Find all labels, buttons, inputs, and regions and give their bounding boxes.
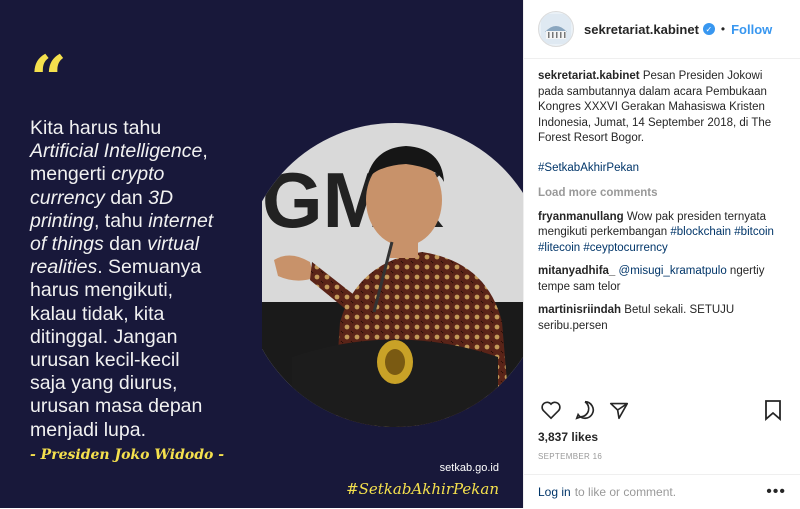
quote-line: urusan masa depan (30, 395, 280, 418)
quote-line: saja yang diurus, (30, 372, 280, 395)
post-date: SEPTEMBER 16 (538, 452, 603, 461)
quote-segment: ditinggal. Jangan (30, 325, 178, 348)
quote-line: currency dan 3D (30, 187, 280, 210)
quote-line: Kita harus tahu (30, 117, 280, 140)
quote-segment: Kita harus tahu (30, 117, 162, 139)
comment: fryanmanullang Wow pak presiden ternyata… (538, 210, 786, 257)
quote-line: realities. Semuanya (30, 256, 280, 279)
login-footer: Log in to like or comment. ••• (524, 474, 800, 509)
quote-segment: internet (148, 209, 214, 232)
quote-segment: of things (30, 233, 104, 256)
comment-link[interactable]: @misugi_kramatpulo (619, 265, 727, 277)
login-prompt-text: to like or comment. (574, 485, 677, 499)
caption-username[interactable]: sekretariat.kabinet (538, 70, 640, 82)
header-username[interactable]: sekretariat.kabinet (584, 22, 699, 37)
post-header: sekretariat.kabinet ✓ • Follow (524, 0, 800, 59)
comment-username[interactable]: fryanmanullang (538, 211, 624, 223)
comment-link[interactable]: #ceyptocurrency (583, 242, 667, 254)
quote-segment: saja yang diurus, (30, 372, 178, 395)
quote-segment: urusan kecil-kecil (30, 349, 180, 372)
quote-segment: mengerti (30, 163, 112, 186)
comments-list: sekretariat.kabinet Pesan Presiden Jokow… (524, 59, 800, 389)
quote-segment: dan (103, 233, 148, 256)
comment-icon[interactable] (572, 397, 598, 423)
post-side-panel: sekretariat.kabinet ✓ • Follow sekretari… (523, 0, 800, 508)
quote-mark: “ (30, 42, 67, 117)
action-bar (538, 396, 786, 424)
image-hashtag: #SetkabAkhirPekan (346, 480, 499, 498)
avatar[interactable] (538, 11, 574, 47)
post-image[interactable]: “ Kita harus tahu Artificial Intelligence… (0, 0, 523, 508)
load-more-comments-button[interactable]: Load more comments (538, 186, 786, 202)
quote-text: Kita harus tahu Artificial Intelligence, m… (30, 117, 280, 442)
quote-segment: , (202, 140, 208, 163)
quote-segment: Artificial Intelligence (30, 140, 203, 163)
comment-entries: fryanmanullang Wow pak presiden ternyata… (538, 210, 786, 335)
quote-line: kalau tidak, kita (30, 303, 280, 326)
follow-button[interactable]: Follow (731, 22, 772, 37)
quote-line: of things dan virtual (30, 233, 280, 256)
caption-hashtag[interactable]: #SetkabAkhirPekan (538, 162, 639, 174)
bookmark-icon[interactable] (760, 397, 786, 423)
quote-segment: printing (30, 209, 94, 232)
quote-segment: crypto (111, 163, 165, 186)
quote-line: Artificial Intelligence, (30, 140, 280, 163)
comment-link[interactable]: #bitcoin (734, 226, 774, 238)
heart-icon[interactable] (538, 397, 564, 423)
building-logo-icon (541, 14, 571, 44)
quote-segment: harus mengikuti, (30, 279, 174, 302)
image-site-url: setkab.go.id (439, 462, 499, 474)
verified-badge-icon: ✓ (702, 23, 715, 35)
header-separator: • (720, 22, 726, 36)
quote-author: - Presiden Joko Widodo - (30, 447, 225, 463)
quote-segment: urusan masa depan (30, 395, 203, 418)
quote-segment: dan (104, 186, 149, 209)
quote-line: menjadi lupa. (30, 419, 280, 442)
post-caption: sekretariat.kabinet Pesan Presiden Jokow… (538, 69, 786, 176)
comment-username[interactable]: martinisriindah (538, 304, 621, 316)
comment-link[interactable]: #blockchain (670, 226, 731, 238)
quote-segment: 3D (148, 186, 174, 209)
share-icon[interactable] (606, 397, 632, 423)
likes-count[interactable]: 3,837 likes (538, 430, 598, 444)
quote-line: harus mengikuti, (30, 279, 280, 302)
comment-username[interactable]: mitanyadhifa_ (538, 265, 615, 277)
quote-line: mengerti crypto (30, 163, 280, 186)
quote-line: ditinggal. Jangan (30, 326, 280, 349)
quote-segment: kalau tidak, kita (30, 302, 165, 325)
quote-segment: realities (30, 256, 98, 279)
comment-link[interactable]: #litecoin (538, 242, 580, 254)
speaker-photo: GMK (262, 123, 523, 427)
quote-segment: menjadi lupa. (30, 418, 146, 441)
comment: mitanyadhifa_ @misugi_kramatpulo ngertiy… (538, 264, 786, 295)
quote-segment: virtual (147, 233, 200, 256)
quote-segment: , tahu (93, 209, 149, 232)
quote-segment: . Semuanya (97, 256, 202, 279)
more-options-icon[interactable]: ••• (766, 483, 786, 501)
quote-line: printing, tahu internet (30, 210, 280, 233)
quote-line: urusan kecil-kecil (30, 349, 280, 372)
comment: martinisriindah Betul sekali. SETUJU ser… (538, 303, 786, 334)
quote-segment: currency (30, 186, 105, 209)
login-link[interactable]: Log in (538, 485, 571, 499)
